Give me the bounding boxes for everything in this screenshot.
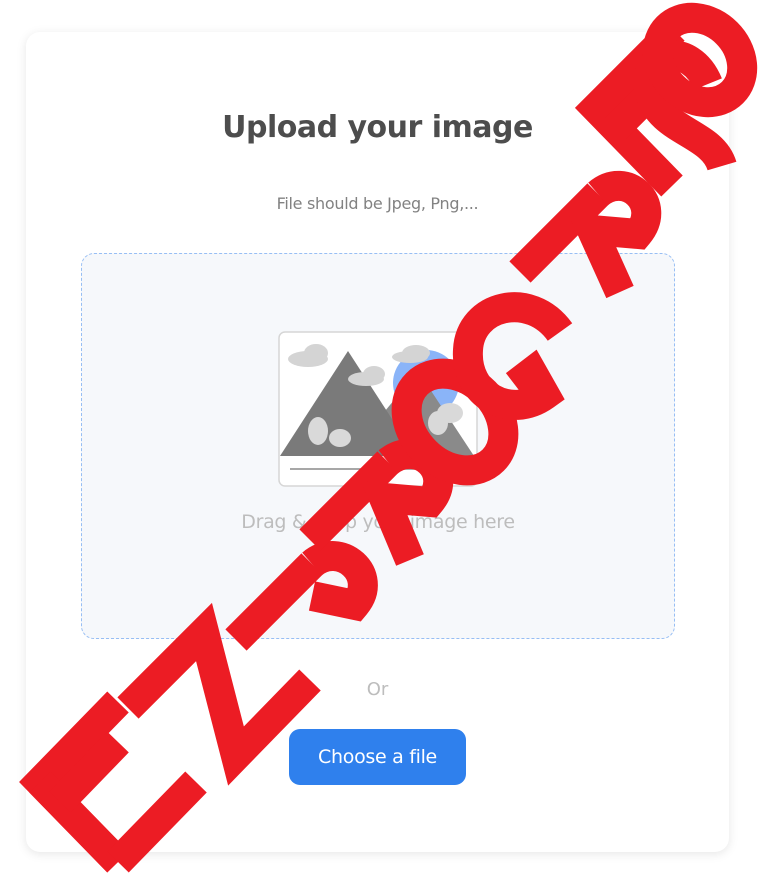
drop-instruction: Drag & Drop your image here: [241, 511, 515, 533]
page-title: Upload your image: [222, 110, 533, 145]
or-divider-text: Or: [366, 679, 389, 700]
choose-file-button[interactable]: Choose a file: [289, 729, 466, 785]
drop-zone[interactable]: Drag & Drop your image here: [81, 253, 675, 639]
image-placeholder-icon: [278, 331, 478, 487]
page: Upload your image File should be Jpeg, P…: [0, 0, 758, 894]
upload-card: Upload your image File should be Jpeg, P…: [26, 32, 729, 852]
file-type-hint: File should be Jpeg, Png,...: [276, 194, 479, 213]
